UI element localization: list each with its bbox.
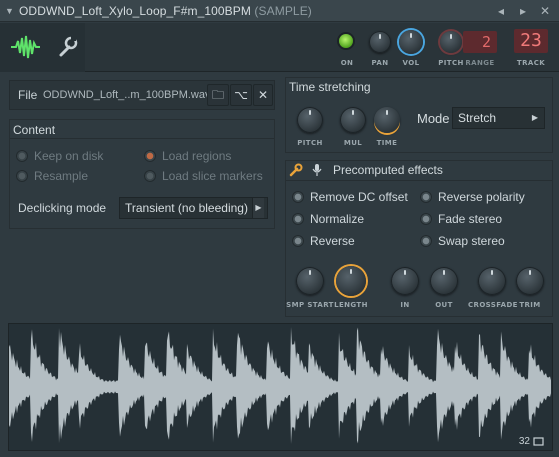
file-name: ODDWND_Loft_..m_100BPM.wav [43, 89, 211, 101]
ts-mul-label: MUL [343, 139, 363, 147]
crossfade-label: CROSSFADE [468, 301, 518, 309]
length-knob[interactable] [336, 266, 366, 296]
remove-dc-offset-radio[interactable]: Remove DC offset [292, 190, 408, 204]
remove-dc-offset-label: Remove DC offset [310, 190, 408, 204]
waveform-graphic [9, 327, 551, 444]
window-buttons: ◂ ▸ ✕ [493, 3, 553, 19]
loop-icon[interactable] [533, 437, 544, 446]
wrench-icon[interactable] [289, 163, 303, 177]
volume-knob[interactable] [399, 30, 423, 54]
close-button[interactable]: ✕ [537, 3, 553, 19]
mode-value: Stretch [458, 111, 497, 125]
file-label: File [18, 88, 38, 102]
pan-label: PAN [371, 59, 389, 67]
load-regions-label: Load regions [162, 149, 232, 163]
ts-mul-knob[interactable] [340, 107, 366, 133]
waveform-shape [9, 327, 551, 444]
open-file-button[interactable]: 🗀 [207, 84, 229, 106]
resample-radio[interactable]: Resample [16, 169, 88, 183]
window-menu-icon[interactable]: ▼ [5, 6, 15, 16]
normalize-label: Normalize [310, 212, 365, 226]
waveform-icon [11, 35, 40, 59]
ts-pitch-label: PITCH [297, 139, 323, 147]
wrench-icon [59, 36, 78, 57]
pan-knob[interactable] [369, 31, 391, 53]
ts-time-label: TIME [376, 139, 398, 147]
keep-on-disk-radio[interactable]: Keep on disk [16, 149, 103, 163]
waveform-count: 32 [518, 436, 530, 447]
ts-pitch-knob[interactable] [297, 107, 323, 133]
sample-start-label: SMP START [286, 301, 334, 309]
title-bar: ▼ ODDWND_Loft_Xylo_Loop_F#m_100BPM (SAMP… [0, 0, 559, 22]
normalize-radio[interactable]: Normalize [292, 212, 364, 226]
resample-label: Resample [34, 169, 89, 183]
pitch-knob[interactable] [440, 31, 462, 53]
fade-stereo-label: Fade stereo [438, 212, 503, 226]
declicking-mode-value: Transient (no bleeding) [125, 201, 248, 215]
reverse-polarity-radio[interactable]: Reverse polarity [420, 190, 525, 204]
range-label: RANGE [465, 59, 495, 67]
range-value[interactable]: 2 [463, 31, 497, 53]
window-title: ODDWND_Loft_Xylo_Loop_F#m_100BPM (SAMPLE… [19, 4, 312, 18]
reverse-polarity-label: Reverse polarity [438, 190, 525, 204]
waveform-footer: 32 [519, 436, 544, 447]
in-label: IN [400, 301, 410, 309]
window-detach-button[interactable]: ▸ [515, 3, 531, 19]
load-slice-markers-radio[interactable]: Load slice markers [144, 169, 263, 183]
waveform-display[interactable]: 32 [8, 323, 553, 451]
content-title: Content [13, 123, 56, 137]
browse-file-button[interactable]: ⌥ [230, 84, 252, 106]
track-value[interactable]: 23 [514, 29, 548, 53]
out-label: OUT [435, 301, 453, 309]
trim-knob[interactable] [516, 267, 544, 295]
track-label: TRACK [516, 59, 546, 67]
window-menu-button[interactable]: ◂ [493, 3, 509, 19]
swap-stereo-label: Swap stereo [438, 234, 505, 248]
volume-label: VOL [402, 59, 420, 67]
length-label: LENGTH [334, 301, 368, 309]
microphone-icon[interactable] [312, 163, 322, 177]
waveform-tab[interactable] [8, 33, 42, 61]
folder-icon: 🗀 [211, 88, 224, 102]
trim-label: TRIM [519, 301, 541, 309]
ts-time-knob[interactable] [374, 107, 400, 133]
precomputed-effects-title: Precomputed effects [333, 163, 443, 177]
crossfade-knob[interactable] [478, 267, 506, 295]
sample-start-knob[interactable] [296, 267, 324, 295]
reverse-radio[interactable]: Reverse [292, 234, 355, 248]
reverse-label: Reverse [310, 234, 355, 248]
swap-stereo-radio[interactable]: Swap stereo [420, 234, 505, 248]
window-title-tag: (SAMPLE) [254, 3, 312, 18]
on-led[interactable] [339, 34, 353, 48]
clear-file-button[interactable]: ✕ [253, 84, 273, 106]
chevron-right-icon: ▶ [252, 198, 264, 218]
tab-strip [0, 23, 85, 72]
load-regions-radio[interactable]: Load regions [144, 149, 231, 163]
mode-select[interactable]: Stretch ▶ [452, 107, 545, 129]
chevron-right-icon: ▶ [531, 113, 539, 122]
load-slice-markers-label: Load slice markers [162, 169, 263, 183]
mode-label: Mode [417, 111, 450, 126]
file-row: File ODDWND_Loft_..m_100BPM.wav 🗀 ⌥ ✕ [9, 80, 275, 110]
settings-tab[interactable] [54, 33, 80, 61]
time-stretching-title: Time stretching [289, 80, 371, 94]
channel-toolbar: ON PAN VOL PITCH 2 RANGE 23 TRACK [0, 23, 559, 72]
pitch-label: PITCH [438, 59, 464, 67]
tree-icon: ⌥ [234, 88, 248, 102]
declicking-mode-select[interactable]: Transient (no bleeding) ▶ [119, 197, 268, 219]
out-knob[interactable] [430, 267, 458, 295]
on-label: ON [340, 59, 354, 67]
close-icon: ✕ [257, 88, 269, 102]
keep-on-disk-label: Keep on disk [34, 149, 104, 163]
fade-stereo-radio[interactable]: Fade stereo [420, 212, 502, 226]
window-title-text: ODDWND_Loft_Xylo_Loop_F#m_100BPM [19, 3, 251, 18]
in-knob[interactable] [391, 267, 419, 295]
declicking-label: Declicking mode [18, 201, 107, 215]
